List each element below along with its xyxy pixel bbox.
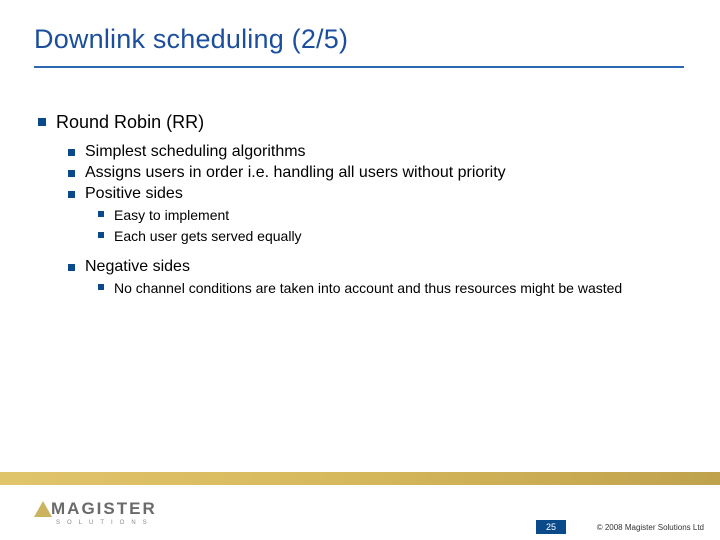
triangle-icon — [34, 501, 52, 517]
subpoint-text: Each user gets served equally — [114, 227, 678, 245]
title-underline — [34, 66, 684, 68]
subpoint-text: No channel conditions are taken into acc… — [114, 279, 678, 297]
point-text: Simplest scheduling algorithms — [85, 143, 678, 161]
list-item: Simplest scheduling algorithms — [68, 143, 678, 161]
point-text: Positive sides — [85, 185, 678, 203]
point-text: Negative sides — [85, 258, 678, 276]
bullet-icon — [38, 118, 46, 126]
logo-mark: MAGISTER — [34, 499, 157, 519]
list-item: No channel conditions are taken into acc… — [98, 279, 678, 297]
list-item: Easy to implement — [98, 206, 678, 224]
slide: Downlink scheduling (2/5) Round Robin (R… — [0, 0, 720, 540]
point-text: Assigns users in order i.e. handling all… — [85, 164, 678, 182]
bullet-icon — [98, 284, 104, 290]
footer-accent-band — [0, 472, 720, 485]
list-item: Negative sides — [68, 258, 678, 276]
list-item: Assigns users in order i.e. handling all… — [68, 164, 678, 182]
bullet-icon — [68, 149, 75, 156]
page-number: 25 — [536, 520, 566, 534]
logo-word: MAGISTER — [51, 499, 157, 519]
bullet-icon — [68, 264, 75, 271]
list-item: Positive sides — [68, 185, 678, 203]
subpoint-text: Easy to implement — [114, 206, 678, 224]
bullet-icon — [68, 191, 75, 198]
heading-level1: Round Robin (RR) — [56, 112, 678, 133]
list-item: Round Robin (RR) — [38, 112, 678, 133]
copyright-text: © 2008 Magister Solutions Ltd — [597, 523, 704, 532]
footer: MAGISTER SOLUTIONS 25 © 2008 Magister So… — [0, 485, 720, 540]
logo-subtitle: SOLUTIONS — [56, 520, 154, 526]
content-area: Round Robin (RR) Simplest scheduling alg… — [38, 112, 678, 301]
logo: MAGISTER SOLUTIONS — [34, 499, 157, 526]
slide-title: Downlink scheduling (2/5) — [34, 24, 348, 55]
list-item: Each user gets served equally — [98, 227, 678, 245]
bullet-icon — [68, 170, 75, 177]
bullet-icon — [98, 232, 104, 238]
bullet-icon — [98, 211, 104, 217]
